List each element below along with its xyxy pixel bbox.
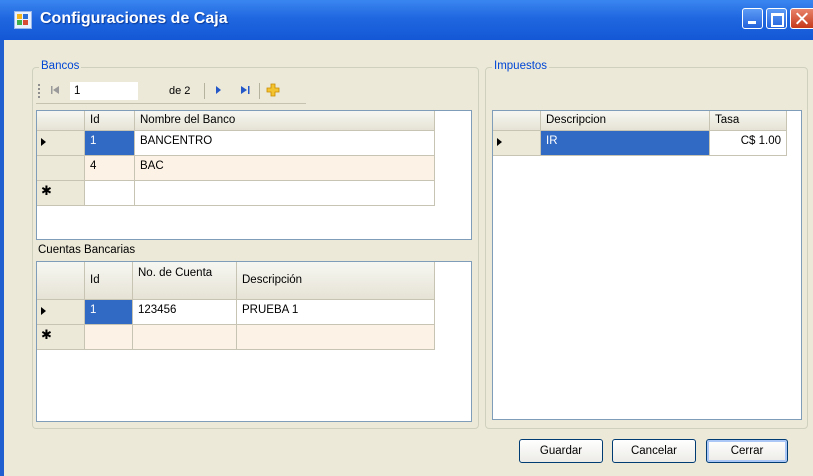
new-row-cell[interactable]: [85, 181, 135, 206]
row-header[interactable]: [37, 156, 85, 181]
move-next-icon[interactable]: [212, 84, 224, 96]
new-row-cell[interactable]: [135, 181, 435, 206]
current-row-icon: [41, 138, 46, 146]
bancos-group-label: Bancos: [39, 60, 82, 72]
table-cell-numero[interactable]: 123456: [133, 300, 237, 325]
table-cell-descripcion[interactable]: IR: [541, 131, 710, 156]
close-window-button[interactable]: [790, 8, 813, 29]
column-header-numero[interactable]: No. de Cuenta: [133, 262, 237, 300]
current-row-icon: [41, 307, 46, 315]
move-last-icon[interactable]: [239, 84, 251, 96]
cancelar-button[interactable]: Cancelar: [612, 439, 696, 463]
table-cell-nombre[interactable]: BANCENTRO: [135, 131, 435, 156]
table-cell-id[interactable]: 4: [85, 156, 135, 181]
position-input[interactable]: [70, 82, 138, 100]
grid-corner[interactable]: [37, 111, 85, 131]
row-header[interactable]: [37, 300, 85, 325]
grid-corner[interactable]: [37, 262, 85, 300]
new-row-header[interactable]: ✱: [37, 181, 85, 206]
new-row-icon: ✱: [41, 183, 52, 198]
column-header-id[interactable]: Id: [85, 111, 135, 131]
toolbar-grip[interactable]: [38, 84, 42, 98]
column-header-nombre[interactable]: Nombre del Banco: [135, 111, 435, 131]
cerrar-button[interactable]: Cerrar: [706, 439, 788, 463]
column-header-descripcion[interactable]: Descripción: [237, 262, 435, 300]
cuentas-label: Cuentas Bancarias: [38, 244, 136, 256]
maximize-button[interactable]: [766, 8, 787, 29]
guardar-button[interactable]: Guardar: [519, 439, 603, 463]
title-bar[interactable]: Configuraciones de Caja: [0, 0, 813, 40]
table-cell-id[interactable]: 1: [85, 300, 133, 325]
table-cell-descripcion[interactable]: PRUEBA 1: [237, 300, 435, 325]
column-header-tasa[interactable]: Tasa: [710, 111, 787, 131]
column-header-descripcion[interactable]: Descripcion: [541, 111, 710, 131]
impuestos-grid[interactable]: Descripcion Tasa IR C$ 1.00: [492, 110, 802, 420]
new-row-cell[interactable]: [85, 325, 133, 350]
app-icon: [14, 11, 32, 29]
record-count: de 2: [169, 85, 191, 97]
toolbar-separator: [204, 83, 205, 99]
table-cell-id[interactable]: 1: [85, 131, 135, 156]
impuestos-group-label: Impuestos: [492, 60, 550, 72]
new-row-icon: ✱: [41, 327, 52, 342]
bancos-grid[interactable]: Id Nombre del Banco 1 BANCENTRO 4 BAC ✱: [36, 110, 472, 240]
row-header[interactable]: [493, 131, 541, 156]
toolbar-separator: [259, 83, 260, 99]
new-row-cell[interactable]: [133, 325, 237, 350]
minimize-button[interactable]: [742, 8, 763, 29]
new-row-header[interactable]: ✱: [37, 325, 85, 350]
new-row-cell[interactable]: [237, 325, 435, 350]
column-header-id[interactable]: Id: [85, 262, 133, 300]
cuentas-grid[interactable]: Id No. de Cuenta Descripción 1 123456 PR…: [36, 261, 472, 422]
grid-corner[interactable]: [493, 111, 541, 131]
move-first-icon[interactable]: [49, 84, 61, 96]
current-row-icon: [497, 138, 502, 146]
table-cell-tasa[interactable]: C$ 1.00: [710, 131, 787, 156]
row-header[interactable]: [37, 131, 85, 156]
add-new-icon[interactable]: [266, 83, 280, 97]
table-cell-nombre[interactable]: BAC: [135, 156, 435, 181]
window-title: Configuraciones de Caja: [40, 10, 228, 27]
